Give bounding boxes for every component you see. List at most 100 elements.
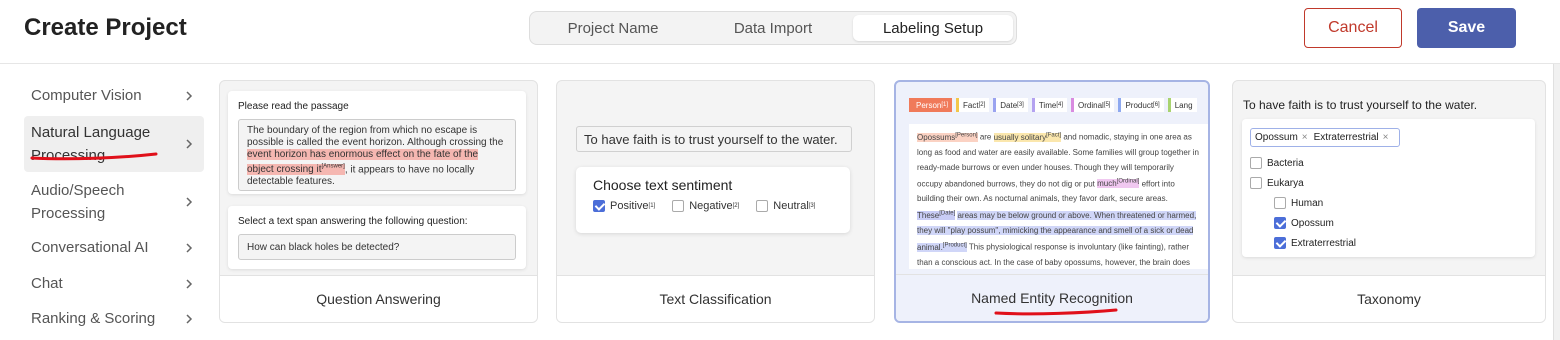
step-data-import[interactable]: Data Import <box>693 15 853 41</box>
checkbox <box>1250 157 1262 169</box>
ner-label-text: Time <box>1038 100 1057 110</box>
card-preview: To have faith is to trust yourself to th… <box>1233 81 1545 277</box>
tree-item: Opossum <box>1250 213 1527 233</box>
ner-label-text: Date <box>1000 100 1018 110</box>
ner-label-product: Product [6] <box>1118 98 1164 112</box>
header: Create Project Project Name Data Import … <box>0 0 1560 64</box>
sidebar-item-label: Computer Vision <box>31 87 142 104</box>
sidebar-item-label: Chat <box>31 275 63 292</box>
annotation-underline <box>994 308 1118 316</box>
step-labeling-setup[interactable]: Labeling Setup <box>853 15 1013 41</box>
tree-item: Bacteria <box>1250 153 1527 173</box>
qa-question-box: How can black holes be detected? <box>238 234 516 260</box>
template-card-text-classification[interactable]: To have faith is to trust yourself to th… <box>556 80 875 323</box>
option-hotkey: [2] <box>732 203 740 209</box>
chip: Extraterrestrial × <box>1314 132 1389 143</box>
card-title: Taxonomy <box>1233 275 1545 322</box>
cancel-button[interactable]: Cancel <box>1304 8 1402 48</box>
entity-text: Opossums <box>917 132 956 142</box>
chevron-right-icon <box>186 278 193 289</box>
answer-tag: [Answer] <box>321 164 345 170</box>
chevron-right-icon <box>186 313 193 324</box>
ner-label-person: Person [1] <box>909 98 953 112</box>
ner-text-panel: Opossums[Person] are usually solitary[Fa… <box>909 124 1208 269</box>
ner-label-hotkey: [2] <box>978 102 986 108</box>
sidebar-item-label: Ranking & Scoring <box>31 310 156 327</box>
card-title: Text Classification <box>557 275 874 322</box>
tree-item-label: Human <box>1291 197 1324 209</box>
close-icon: × <box>1301 132 1308 143</box>
tree-item-label: Opossum <box>1291 217 1334 229</box>
tree-item-label: Eukarya <box>1267 177 1304 189</box>
chevron-right-icon <box>186 90 193 101</box>
option-hotkey: [1] <box>648 203 656 209</box>
chip: Opossum × <box>1255 132 1308 143</box>
ner-label-text: Lang <box>1174 100 1193 110</box>
ner-label-ordinal: Ordinal [5] <box>1071 98 1115 112</box>
tx-selected-chips: Opossum × Extraterrestrial × <box>1250 128 1400 147</box>
ner-label-hotkey: [4] <box>1056 102 1063 108</box>
checkbox <box>1250 177 1262 189</box>
entity-tag: [Ordinal] <box>1116 178 1140 185</box>
checkbox-checked <box>1274 217 1286 229</box>
ner-label-date: Date [3] <box>993 98 1028 112</box>
chip-label: Opossum <box>1255 132 1298 143</box>
step-project-name[interactable]: Project Name <box>533 15 693 41</box>
tc-choices-panel: Choose text sentiment Positive [1] Negati… <box>576 167 850 233</box>
qa-passage-box: The boundary of the region from which no… <box>238 119 516 191</box>
ner-label-text: Ordinal <box>1078 100 1104 110</box>
checkbox <box>1274 197 1286 209</box>
sidebar-item-label: Audio/Speech Processing <box>31 182 125 222</box>
template-card-question-answering[interactable]: Please read the passage The boundary of … <box>219 80 538 323</box>
option-label: Neutral <box>773 200 809 212</box>
tx-panel: Opossum × Extraterrestrial × Bacteria Euka… <box>1242 119 1535 257</box>
tx-tree: Bacteria Eukarya Human Opossum Extraterr… <box>1250 153 1527 253</box>
ner-label-lang: Lang <box>1167 98 1197 112</box>
ner-label-hotkey: [1] <box>941 102 949 108</box>
qa-question-label: Select a text span answering the followi… <box>238 216 468 227</box>
sidebar-item-computer-vision[interactable]: Computer Vision <box>24 84 204 107</box>
scrollbar[interactable] <box>1553 64 1560 340</box>
tc-text-input: To have faith is to trust yourself to th… <box>576 126 852 152</box>
entity-tag: [Person] <box>955 132 978 138</box>
sidebar-item-ranking-scoring[interactable]: Ranking & Scoring <box>24 307 204 330</box>
page-title: Create Project <box>24 14 187 41</box>
ner-label-text: Product <box>1125 100 1154 110</box>
option-neutral: Neutral [3] <box>756 200 815 212</box>
entity-tag: [Date] <box>939 210 956 217</box>
save-button[interactable]: Save <box>1417 8 1516 48</box>
tree-item: Extraterrestrial <box>1250 233 1527 253</box>
option-positive: Positive [1] <box>593 200 655 212</box>
ner-label-hotkey: [6] <box>1153 102 1160 108</box>
sidebar-item-nlp[interactable]: Natural Language Processing <box>24 116 204 172</box>
template-card-taxonomy[interactable]: To have faith is to trust yourself to th… <box>1232 80 1546 323</box>
ner-label-hotkey: [3] <box>1017 102 1024 108</box>
template-card-ner[interactable]: Person [1] Fact [2] Date [3] Time [4] Ordinal [5]… <box>894 80 1210 323</box>
checkbox <box>756 200 769 212</box>
sidebar-item-conversational-ai[interactable]: Conversational AI <box>24 236 204 259</box>
ner-label-time: Time [4] <box>1031 98 1067 112</box>
tree-item: Human <box>1250 193 1527 213</box>
card-preview: To have faith is to trust yourself to th… <box>557 81 874 277</box>
plain-text: are <box>977 132 994 142</box>
option-hotkey: [3] <box>808 203 816 209</box>
ner-label-hotkey: [5] <box>1103 102 1111 108</box>
checkbox-checked <box>593 200 605 212</box>
entity-tag: [Fact] <box>1046 132 1062 138</box>
option-negative: Negative [2] <box>672 200 739 212</box>
entity-span: These[Date] <box>917 210 956 220</box>
step-switcher: Project Name Data Import Labeling Setup <box>529 11 1017 45</box>
entity-tag: [Product] <box>942 241 967 248</box>
sidebar-item-chat[interactable]: Chat <box>24 272 204 295</box>
tree-item-label: Bacteria <box>1267 157 1304 169</box>
ner-label-text: Fact <box>963 100 979 110</box>
passage-text: The boundary of the region from which no… <box>247 125 504 148</box>
sidebar: Computer Vision Natural Language Process… <box>0 64 210 340</box>
sidebar-item-audio-speech[interactable]: Audio/Speech Processing <box>24 178 204 226</box>
chevron-right-icon <box>186 139 193 149</box>
annotation-underline <box>30 152 158 161</box>
entity-text: usually solitary <box>993 132 1047 142</box>
ner-label-fact: Fact [2] <box>956 98 990 112</box>
card-title: Question Answering <box>220 275 537 322</box>
qa-question-panel: Select a text span answering the followi… <box>228 206 526 269</box>
